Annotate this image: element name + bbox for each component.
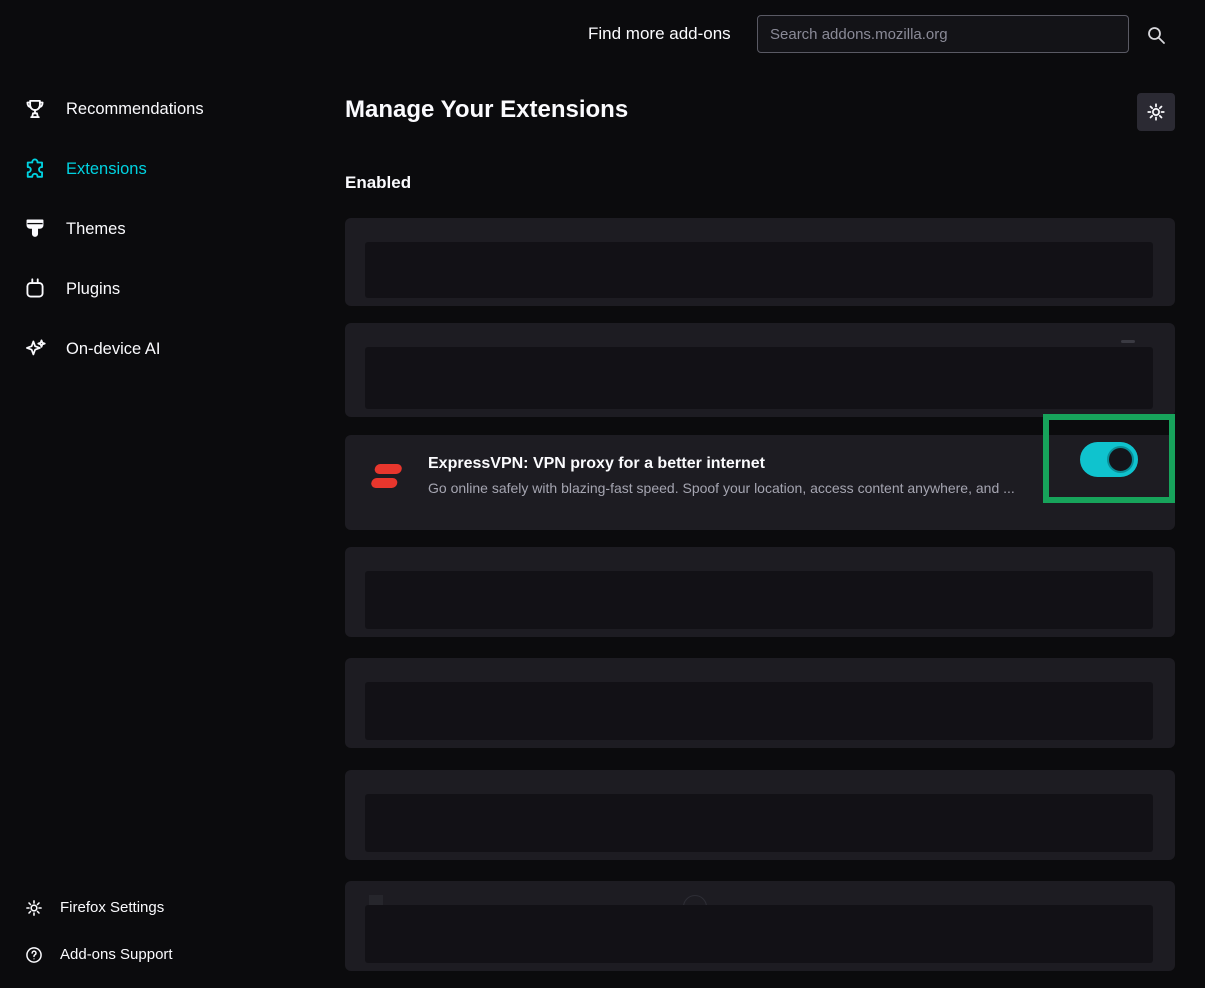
extension-card[interactable]	[345, 218, 1175, 306]
sidebar-item-label: Plugins	[66, 280, 120, 299]
redacted-content	[365, 905, 1153, 963]
extension-card[interactable]	[345, 658, 1175, 748]
sidebar-item-label: Firefox Settings	[60, 899, 164, 916]
extension-card[interactable]	[345, 770, 1175, 860]
extension-card[interactable]	[345, 547, 1175, 637]
extension-name[interactable]: ExpressVPN: VPN proxy for a better inter…	[428, 455, 1128, 473]
search-icon[interactable]	[1144, 23, 1168, 47]
expressvpn-logo-icon	[370, 457, 408, 495]
sidebar-item-plugins[interactable]: Plugins	[0, 259, 330, 319]
paintbrush-icon	[22, 216, 48, 242]
sidebar-item-label: On-device AI	[66, 340, 160, 359]
extension-enable-toggle[interactable]	[1080, 442, 1138, 477]
redacted-content	[365, 242, 1153, 298]
sparkle-icon	[22, 336, 48, 362]
extension-summary: Go online safely with blazing-fast speed…	[428, 480, 1128, 496]
sidebar-item-themes[interactable]: Themes	[0, 199, 330, 259]
gear-icon	[24, 898, 44, 918]
puzzle-icon	[22, 156, 48, 182]
sidebar-item-label: Add-ons Support	[60, 946, 173, 963]
extension-card-expressvpn[interactable]: ExpressVPN: VPN proxy for a better inter…	[345, 435, 1175, 530]
sidebar-item-extensions[interactable]: Extensions	[0, 139, 330, 199]
category-sidebar: Recommendations Extensions Themes	[0, 79, 330, 379]
sidebar-footer: Firefox Settings Add-ons Support	[0, 884, 330, 978]
plug-icon	[22, 276, 48, 302]
find-more-addons-label: Find more add-ons	[588, 24, 731, 44]
question-icon	[24, 945, 44, 965]
redacted-content	[365, 794, 1153, 852]
sidebar-item-addons-support[interactable]: Add-ons Support	[0, 931, 330, 978]
extension-card[interactable]	[345, 323, 1175, 417]
extension-card[interactable]	[345, 881, 1175, 971]
gear-icon	[1145, 101, 1167, 123]
toggle-knob	[1107, 446, 1134, 473]
sidebar-item-on-device-ai[interactable]: On-device AI	[0, 319, 330, 379]
addons-manager-page: Find more add-ons Recommendations	[0, 0, 1205, 988]
sidebar-item-recommendations[interactable]: Recommendations	[0, 79, 330, 139]
redacted-content	[365, 571, 1153, 629]
redacted-content	[365, 347, 1153, 409]
sidebar-item-label: Extensions	[66, 160, 147, 179]
tools-gear-button[interactable]	[1137, 93, 1175, 131]
search-input[interactable]	[757, 15, 1129, 53]
trophy-icon	[22, 96, 48, 122]
enabled-section-heading: Enabled	[345, 173, 411, 193]
sidebar-item-label: Themes	[66, 220, 126, 239]
page-title: Manage Your Extensions	[345, 96, 628, 124]
sidebar-item-label: Recommendations	[66, 100, 204, 119]
sidebar-item-firefox-settings[interactable]: Firefox Settings	[0, 884, 330, 931]
redacted-content	[365, 682, 1153, 740]
redacted-dash	[1121, 340, 1135, 343]
